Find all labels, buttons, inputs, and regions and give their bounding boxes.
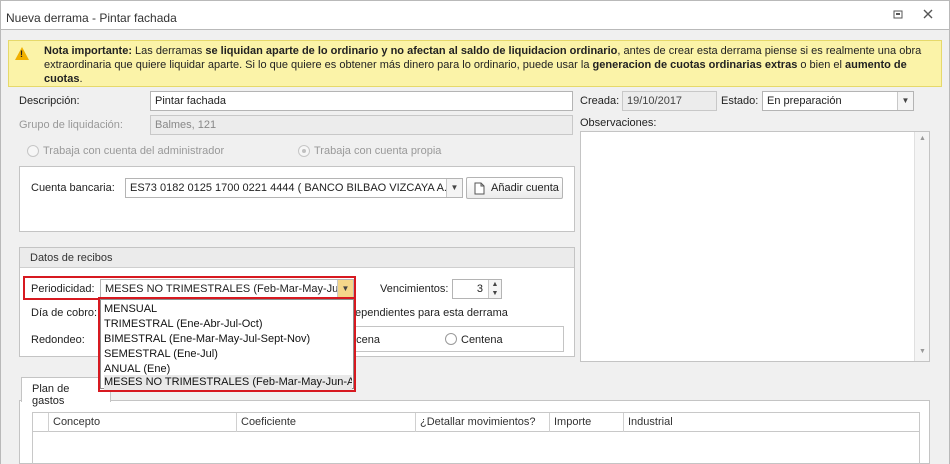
important-note: ! Nota importante: Las derramas se liqui… [8,40,942,87]
col-importe[interactable]: Importe [554,416,591,428]
grupo-input: Balmes, 121 [150,115,573,135]
window-title: Nueva derrama - Pintar fachada [6,11,177,25]
dropdown-highlight [98,297,356,392]
radio-centena[interactable] [445,333,457,345]
observaciones-label: Observaciones: [580,117,657,129]
radio-cuenta-admin[interactable] [27,145,39,157]
observaciones-textarea[interactable]: ▲ ▼ [580,131,930,362]
creada-label: Creada: [580,95,620,107]
cuenta-label: Cuenta bancaria: [31,182,115,194]
col-detallar[interactable]: ¿Detallar movimientos? [420,416,536,428]
col-concepto[interactable]: Concepto [53,416,100,428]
add-account-label: Añadir cuenta [491,182,559,194]
estado-label: Estado: [721,95,759,107]
note-text: Nota importante: Las derramas se liquida… [44,45,922,85]
redondeo-centena-label: Centena [461,334,503,346]
chevron-down-icon[interactable]: ▼ [897,92,913,110]
recibos-header: Datos de recibos [20,248,574,268]
periodicidad-value: MESES NO TRIMESTRALES (Feb-Mar-May-Jun..… [105,283,354,295]
plan-grid-body [32,432,920,464]
estado-value: En preparación [767,95,842,107]
radio-cuenta-admin-label: Trabaja con cuenta del administrador [43,145,225,157]
vencimientos-label: Vencimientos: [380,283,449,295]
scroll-up-icon[interactable]: ▲ [919,135,926,142]
vencimientos-value: 3 [476,283,483,295]
plan-grid-header: Concepto Coeficiente ¿Detallar movimient… [32,412,920,432]
col-industrial[interactable]: Industrial [628,416,673,428]
document-icon [474,182,485,195]
vencimientos-spinner[interactable]: 3 ▲ ▼ [452,279,502,299]
spin-up-icon[interactable]: ▲ [488,280,501,289]
periodicidad-label: Periodicidad: [31,283,95,295]
col-separator [549,413,550,432]
radio-cuenta-propia-label: Trabaja con cuenta propia [314,145,442,157]
chevron-down-icon[interactable]: ▼ [446,179,462,197]
cuenta-group [19,166,575,232]
cuenta-value: ES73 0182 0125 1700 0221 4444 ( BANCO BI… [130,182,454,194]
redondeo-label: Redondeo: [31,334,85,346]
periodicidad-combo[interactable]: MESES NO TRIMESTRALES (Feb-Mar-May-Jun..… [100,279,354,299]
grupo-label: Grupo de liquidación: [19,119,123,131]
col-separator [236,413,237,432]
descripcion-label: Descripción: [19,95,80,107]
pendientes-text: ependientes para esta derrama [355,307,508,319]
col-coeficiente[interactable]: Coeficiente [241,416,296,428]
radio-cuenta-propia[interactable] [298,145,310,157]
chevron-down-icon[interactable]: ▼ [337,280,353,298]
cuenta-combo[interactable]: ES73 0182 0125 1700 0221 4444 ( BANCO BI… [125,178,463,198]
add-account-button[interactable]: Añadir cuenta [466,177,563,199]
col-separator [48,413,49,432]
estado-combo[interactable]: En preparación ▼ [762,91,914,111]
dia-cobro-label: Día de cobro: [31,307,98,319]
col-separator [623,413,624,432]
scroll-down-icon[interactable]: ▼ [919,348,926,355]
creada-field: 19/10/2017 [622,91,717,111]
col-separator [415,413,416,432]
restore-icon[interactable] [891,8,905,22]
spin-down-icon[interactable]: ▼ [488,289,501,298]
warning-icon: ! [15,47,29,60]
descripcion-input[interactable]: Pintar fachada [150,91,573,111]
observaciones-scrollbar[interactable]: ▲ ▼ [914,132,929,361]
close-icon[interactable] [921,8,935,22]
